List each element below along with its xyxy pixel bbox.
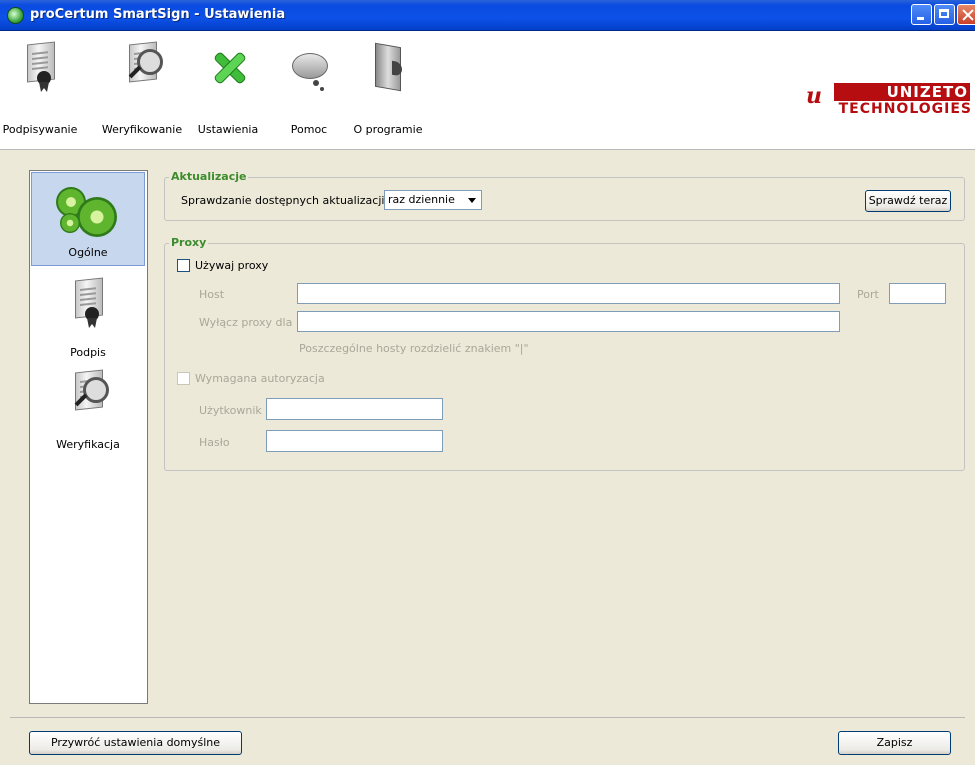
- verify-document-icon: [61, 367, 115, 427]
- minimize-button[interactable]: [911, 4, 932, 25]
- proxy-legend: Proxy: [169, 236, 209, 249]
- username-label: Użytkownik: [199, 404, 262, 417]
- wrench-icon: [201, 39, 255, 109]
- sidebar-item-label: Weryfikacja: [56, 438, 120, 451]
- verify-document-icon: [115, 39, 169, 109]
- require-auth-checkbox[interactable]: [177, 372, 190, 385]
- logo-text-line1: UNIZETO: [834, 83, 970, 101]
- update-frequency-select[interactable]: raz dziennie: [384, 190, 482, 210]
- bypass-proxy-hint: Poszczególne hosty rozdzielić znakiem "|…: [299, 342, 529, 355]
- footer-divider: [10, 717, 965, 718]
- logo-text-line2: TECHNOLOGIES: [838, 101, 972, 117]
- sign-document-icon: [13, 39, 67, 109]
- sign-document-icon: [61, 275, 115, 335]
- toolbar-item-podpisywanie[interactable]: Podpisywanie: [3, 39, 77, 136]
- unizeto-logo: u UNIZETO TECHNOLOGIES: [806, 83, 971, 123]
- require-auth-label: Wymagana autoryzacja: [195, 372, 325, 385]
- toolbar-item-label: Pomoc: [290, 123, 328, 136]
- toolbar-item-weryfikowanie[interactable]: Weryfikowanie: [102, 39, 182, 136]
- sidebar-item-label: Ogólne: [68, 246, 108, 259]
- sidebar-item-podpis[interactable]: Podpis: [31, 271, 145, 365]
- check-now-button[interactable]: Sprawdź teraz: [865, 190, 951, 212]
- about-book-icon: [361, 39, 415, 109]
- title-bar[interactable]: proCertum SmartSign - Ustawienia: [0, 0, 975, 31]
- port-input[interactable]: [889, 283, 946, 304]
- toolbar-item-label: Weryfikowanie: [101, 123, 183, 136]
- restore-defaults-button[interactable]: Przywróć ustawienia domyślne: [29, 731, 242, 755]
- dropdown-arrow-icon: [468, 198, 476, 203]
- bypass-proxy-label: Wyłącz proxy dla: [199, 316, 293, 329]
- host-input[interactable]: [297, 283, 840, 304]
- password-input[interactable]: [266, 430, 443, 452]
- use-proxy-label: Używaj proxy: [195, 259, 269, 272]
- toolbar-item-label: Podpisywanie: [2, 123, 78, 136]
- toolbar-item-o-programie[interactable]: O programie: [354, 39, 422, 136]
- use-proxy-checkbox[interactable]: [177, 259, 190, 272]
- password-label: Hasło: [199, 436, 230, 449]
- close-button[interactable]: [957, 4, 975, 25]
- toolbar-item-label: Ustawienia: [197, 123, 259, 136]
- sidebar-item-label: Podpis: [70, 346, 106, 359]
- update-frequency-value: raz dziennie: [388, 193, 455, 206]
- help-bubble-icon: [282, 39, 336, 109]
- port-label: Port: [857, 288, 879, 301]
- host-label: Host: [199, 288, 225, 301]
- save-button[interactable]: Zapisz: [838, 731, 951, 755]
- app-icon: [7, 7, 24, 24]
- username-input[interactable]: [266, 398, 443, 420]
- toolbar-item-ustawienia[interactable]: Ustawienia: [196, 39, 260, 136]
- sidebar-item-weryfikacja[interactable]: Weryfikacja: [31, 363, 145, 457]
- bypass-proxy-input[interactable]: [297, 311, 840, 332]
- maximize-button[interactable]: [934, 4, 955, 25]
- toolbar-item-label: O programie: [353, 123, 423, 136]
- update-frequency-label: Sprawdzanie dostępnych aktualizacji:: [181, 194, 389, 207]
- sidebar-item-ogolne[interactable]: Ogólne: [31, 172, 145, 266]
- window-title: proCertum SmartSign - Ustawienia: [30, 7, 286, 22]
- updates-legend: Aktualizacje: [169, 170, 249, 183]
- toolbar-item-pomoc[interactable]: Pomoc: [277, 39, 341, 136]
- settings-category-sidebar: Ogólne Podpis Weryfikacja: [29, 170, 148, 704]
